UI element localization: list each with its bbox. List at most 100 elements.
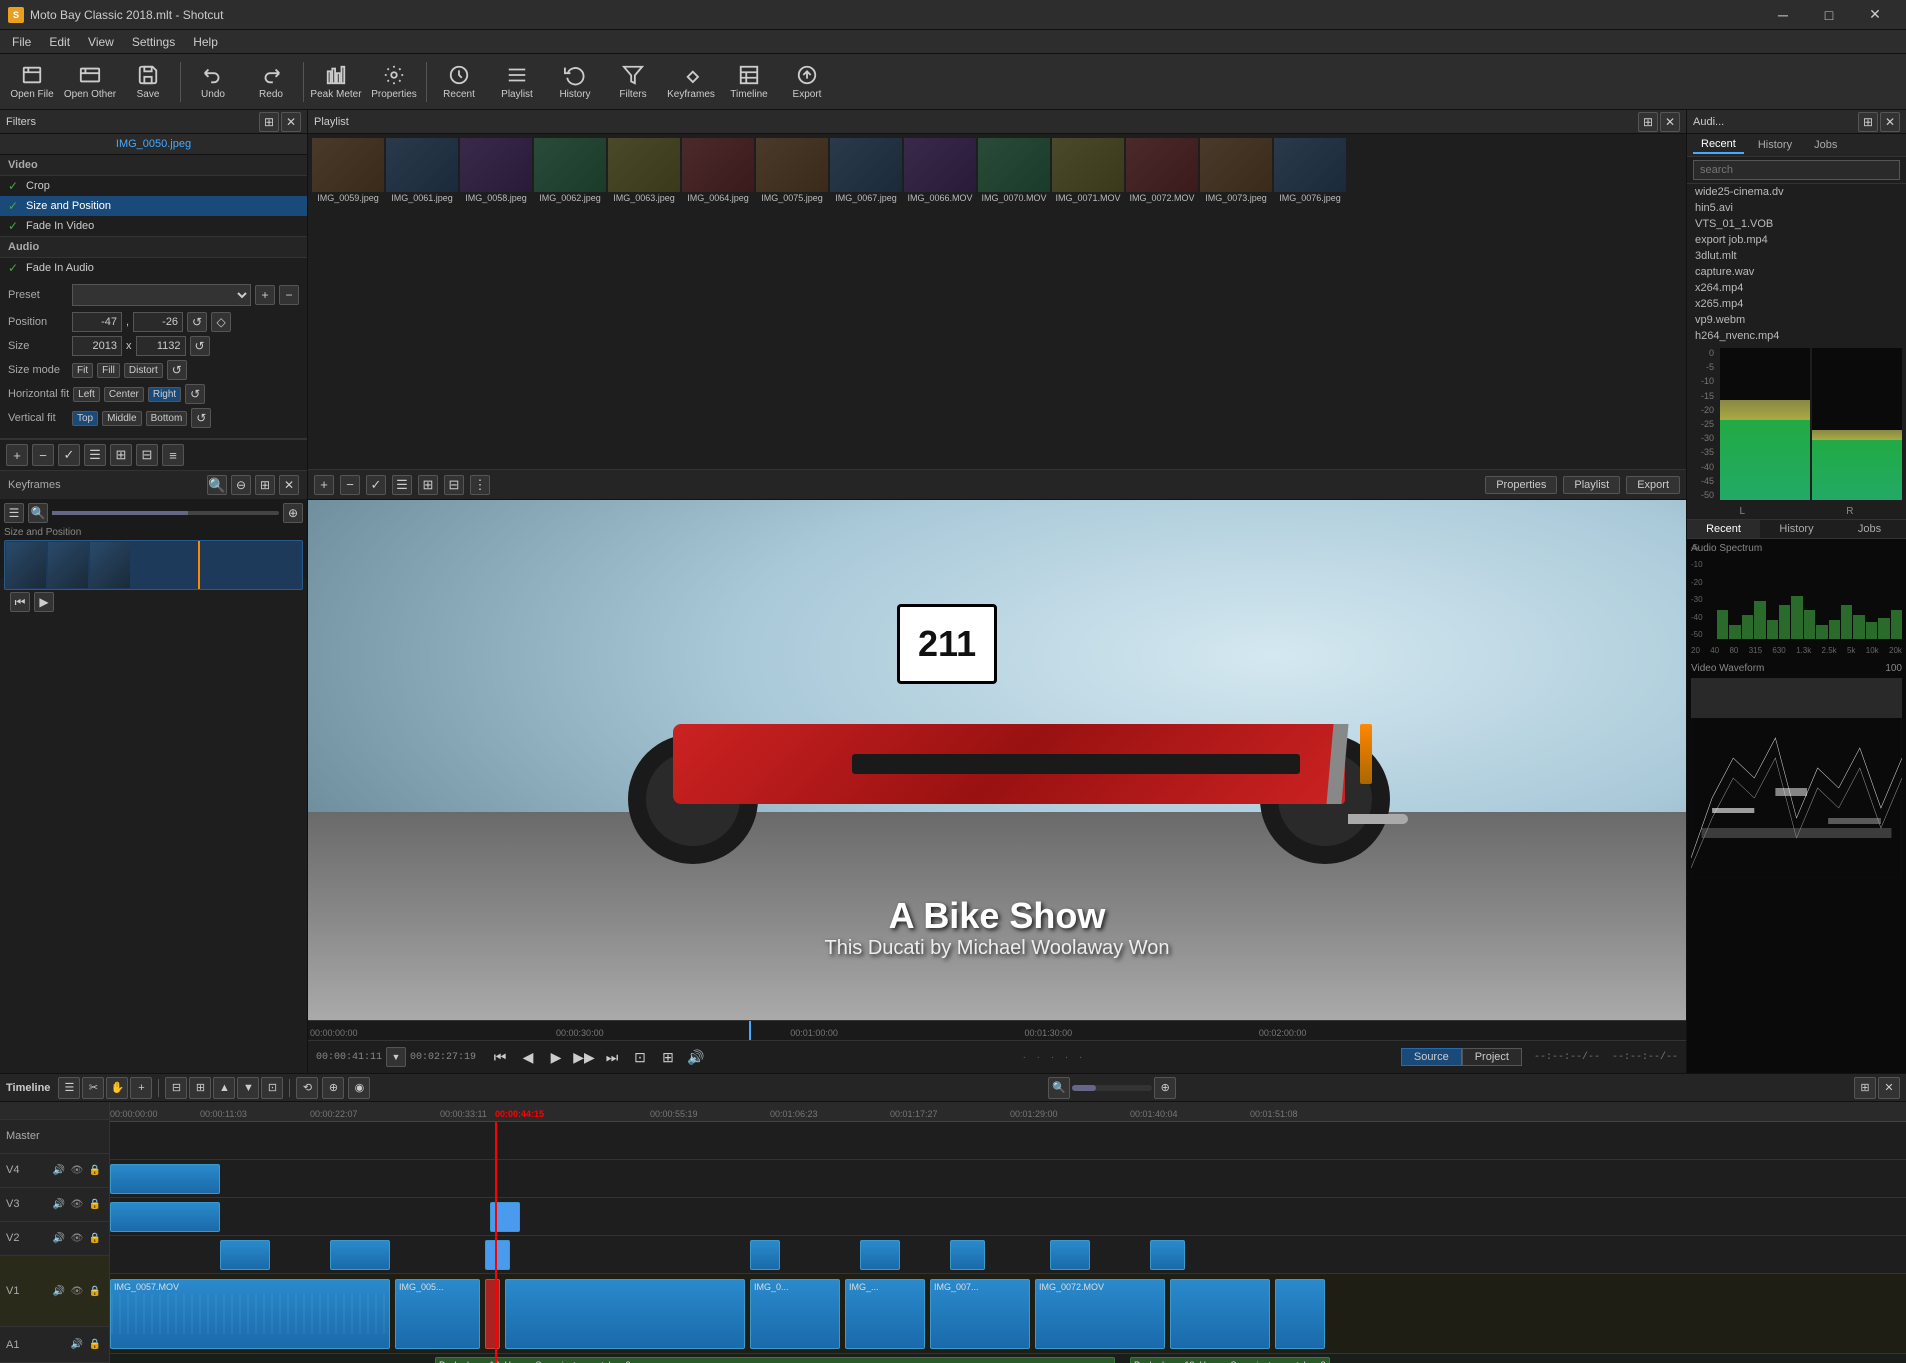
- tab-jobs[interactable]: Jobs: [1806, 137, 1845, 153]
- prev-skip-start[interactable]: ⏮: [488, 1045, 512, 1069]
- v2-eye-icon[interactable]: 👁: [69, 1230, 85, 1246]
- preset-remove-button[interactable]: −: [279, 285, 299, 305]
- kf-zoom-out-button[interactable]: ⊖: [231, 475, 251, 495]
- position-y-input[interactable]: [133, 312, 183, 332]
- playlist-item-12[interactable]: IMG_0072.MOV: [1126, 138, 1198, 204]
- filter-size-position[interactable]: ✓ Size and Position: [0, 196, 307, 216]
- recent-file-0[interactable]: wide25-cinema.dv: [1687, 184, 1906, 200]
- a1-lock-icon[interactable]: 🔒: [87, 1337, 103, 1353]
- size-reset-button[interactable]: ↺: [190, 336, 210, 356]
- vfit-top[interactable]: Top: [72, 411, 98, 426]
- tl-hand-button[interactable]: ✋: [106, 1077, 128, 1099]
- size-w-input[interactable]: [72, 336, 122, 356]
- playlist-check-button[interactable]: ✓: [366, 475, 386, 495]
- recent-file-1[interactable]: hin5.avi: [1687, 200, 1906, 216]
- kf-zoomout-button[interactable]: ⊕: [283, 503, 303, 523]
- vfit-middle[interactable]: Middle: [102, 411, 141, 426]
- kf-menu-button[interactable]: ☰: [4, 503, 24, 523]
- filter-crop[interactable]: ✓ Crop: [0, 176, 307, 196]
- recent-file-5[interactable]: capture.wav: [1687, 264, 1906, 280]
- tl-zoom-in-button[interactable]: ⊕: [1154, 1077, 1176, 1099]
- v1-clip-3[interactable]: [485, 1279, 500, 1349]
- position-reset-button[interactable]: ↺: [187, 312, 207, 332]
- master-track-row[interactable]: [110, 1122, 1906, 1160]
- kf-zoom-button[interactable]: 🔍: [28, 503, 48, 523]
- kf-prev-button[interactable]: ⏮: [10, 592, 30, 612]
- prev-step-back[interactable]: ◀: [516, 1045, 540, 1069]
- peak-meter-button[interactable]: Peak Meter: [308, 56, 364, 108]
- playlist-add-button[interactable]: +: [314, 475, 334, 495]
- tl-scrub-button[interactable]: ◉: [348, 1077, 370, 1099]
- v2-clip-2[interactable]: [330, 1240, 390, 1270]
- filter-list-button[interactable]: ☰: [84, 444, 106, 466]
- kf-zoom-in-button[interactable]: 🔍: [207, 475, 227, 495]
- position-x-input[interactable]: [72, 312, 122, 332]
- close-button[interactable]: ✕: [1852, 0, 1898, 30]
- a1-track-row[interactable]: Pachyderm_13_Happy_Song_instrumental.mp3…: [110, 1354, 1906, 1363]
- menu-settings[interactable]: Settings: [124, 33, 183, 51]
- hfit-right[interactable]: Right: [148, 387, 181, 402]
- right-close[interactable]: ✕: [1880, 112, 1900, 132]
- v2-clip-1[interactable]: [220, 1240, 270, 1270]
- filter-confirm-button[interactable]: ✓: [58, 444, 80, 466]
- playlist-item-10[interactable]: IMG_0070.MOV: [978, 138, 1050, 204]
- preview-timecode-button[interactable]: ▼: [386, 1047, 406, 1067]
- v1-clip-7[interactable]: IMG_007...: [930, 1279, 1030, 1349]
- hfit-reset[interactable]: ↺: [185, 384, 205, 404]
- v1-clip-1[interactable]: IMG_0057.MOV: [110, 1279, 390, 1349]
- a1-clip-2[interactable]: Pachyderm_13_Happy_Song_instrumental.mp3: [1130, 1357, 1330, 1363]
- v2-clip-8[interactable]: [1150, 1240, 1185, 1270]
- size-h-input[interactable]: [136, 336, 186, 356]
- menu-view[interactable]: View: [80, 33, 122, 51]
- size-mode-distort[interactable]: Distort: [124, 363, 163, 378]
- tl-expand-button[interactable]: ⊞: [1854, 1077, 1876, 1099]
- recent-button[interactable]: Recent: [431, 56, 487, 108]
- v1-eye-icon[interactable]: 👁: [69, 1283, 85, 1299]
- v4-track-row[interactable]: [110, 1160, 1906, 1198]
- playlist-btn[interactable]: Playlist: [1563, 476, 1620, 494]
- v1-clip-2[interactable]: IMG_005...: [395, 1279, 480, 1349]
- v4-eye-icon[interactable]: 👁: [69, 1162, 85, 1178]
- v2-lock-icon[interactable]: 🔒: [87, 1230, 103, 1246]
- menu-file[interactable]: File: [4, 33, 39, 51]
- tl-ripple-button[interactable]: ⟲: [296, 1077, 318, 1099]
- filter-more-button[interactable]: ≡: [162, 444, 184, 466]
- size-mode-reset[interactable]: ↺: [167, 360, 187, 380]
- v2-audio-icon[interactable]: 🔊: [51, 1230, 67, 1246]
- size-mode-fit[interactable]: Fit: [72, 363, 93, 378]
- save-button[interactable]: Save: [120, 56, 176, 108]
- tl-down-button[interactable]: ▼: [237, 1077, 259, 1099]
- playlist-item-14[interactable]: IMG_0076.jpeg: [1274, 138, 1346, 204]
- preset-select[interactable]: [72, 284, 251, 306]
- filter-grid-button[interactable]: ⊞: [110, 444, 132, 466]
- position-keyframe-button[interactable]: ◇: [211, 312, 231, 332]
- kf-expand-button[interactable]: ⊞: [255, 475, 275, 495]
- menu-help[interactable]: Help: [185, 33, 226, 51]
- playlist-close-button[interactable]: ✕: [1660, 112, 1680, 132]
- v1-clip-10[interactable]: [1275, 1279, 1325, 1349]
- keyframes-clip[interactable]: [4, 540, 303, 590]
- undo-button[interactable]: Undo: [185, 56, 241, 108]
- playlist-item-11[interactable]: IMG_0071.MOV: [1052, 138, 1124, 204]
- playlist-item-8[interactable]: IMG_0067.jpeg: [830, 138, 902, 204]
- export-button[interactable]: Export: [779, 56, 835, 108]
- vfit-bottom[interactable]: Bottom: [146, 411, 188, 426]
- recent-file-8[interactable]: vp9.webm: [1687, 312, 1906, 328]
- v1-track-row[interactable]: IMG_0057.MOV IMG_005... IMG_0...: [110, 1274, 1906, 1354]
- playlist-split-button[interactable]: ⊟: [444, 475, 464, 495]
- minimize-button[interactable]: ─: [1760, 0, 1806, 30]
- open-other-button[interactable]: Open Other: [62, 56, 118, 108]
- r-bot-recent[interactable]: Recent: [1687, 520, 1760, 538]
- v4-lock-icon[interactable]: 🔒: [87, 1162, 103, 1178]
- playlist-item-5[interactable]: IMG_0063.jpeg: [608, 138, 680, 204]
- tl-close-button[interactable]: ✕: [1878, 1077, 1900, 1099]
- v4-clip-1[interactable]: [110, 1164, 220, 1194]
- v2-clip-3[interactable]: [485, 1240, 510, 1270]
- v3-clip-1[interactable]: [110, 1202, 220, 1232]
- prev-play[interactable]: ▶: [544, 1045, 568, 1069]
- a1-audio-icon[interactable]: 🔊: [69, 1337, 85, 1353]
- tl-append-button[interactable]: ⊞: [189, 1077, 211, 1099]
- filters-expand-button[interactable]: ⊞: [259, 112, 279, 132]
- hfit-center[interactable]: Center: [104, 387, 144, 402]
- v3-track-row[interactable]: [110, 1198, 1906, 1236]
